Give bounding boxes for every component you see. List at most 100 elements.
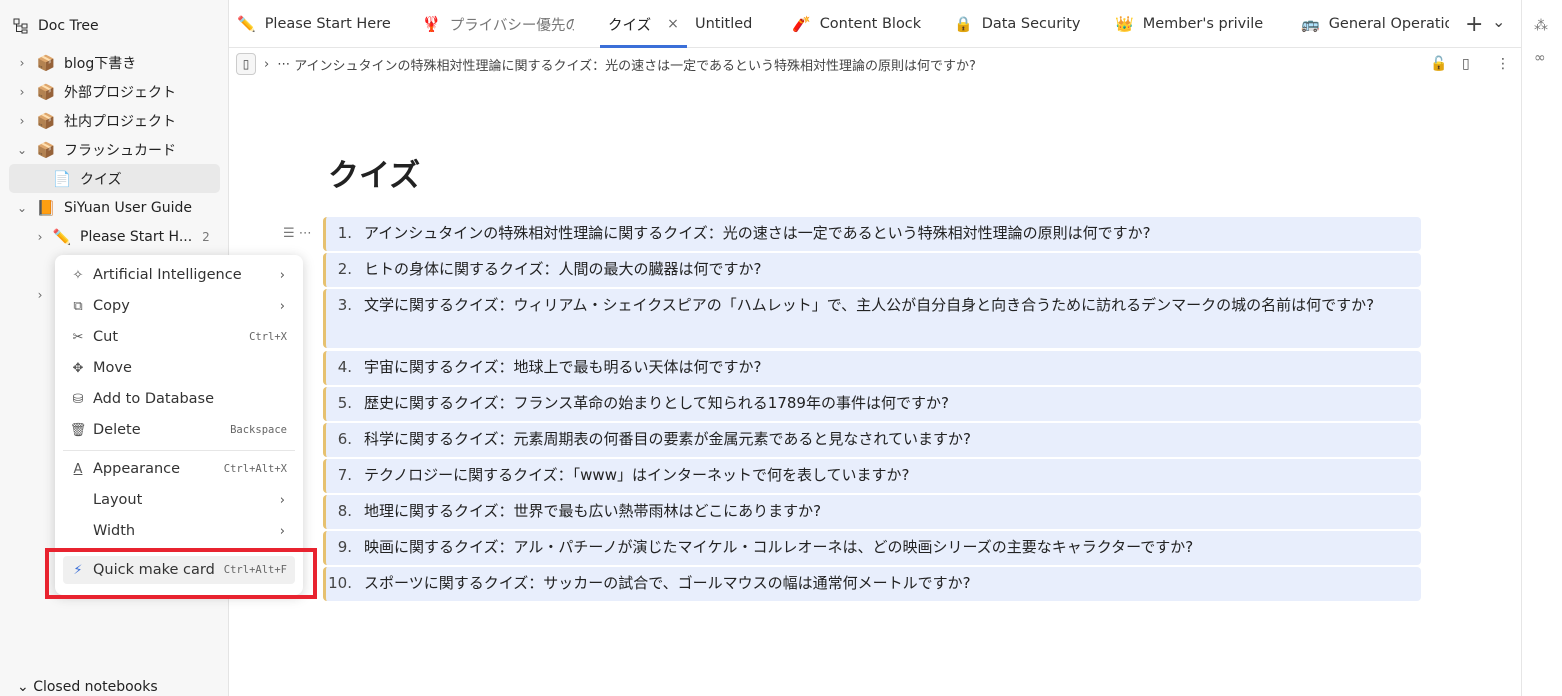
box-icon: 📦 — [36, 53, 56, 72]
highlight-annotation-box — [45, 548, 317, 599]
list-item[interactable]: 1. アインシュタインの特殊相対性理論に関するクイズ：光の速さは一定であるという… — [323, 217, 1421, 251]
pencil-icon: ✏️ — [52, 227, 72, 246]
tree-item-label: Please Start H... — [80, 228, 193, 245]
menu-item-add-to-database[interactable]: ⛁ Add to Database — [63, 385, 295, 413]
breadcrumb-item[interactable]: アインシュタインの特殊相対性理論に関するクイズ：光の速さは一定であるという特殊相… — [294, 55, 976, 74]
menu-item-cut[interactable]: ✂ Cut Ctrl+X — [63, 323, 295, 351]
list-item[interactable]: 5. 歴史に関するクイズ：フランス革命の始まりとして知られる1789年の事件は何… — [323, 387, 1421, 421]
list-item-number: 1. — [337, 224, 352, 242]
tab-content-block[interactable]: 🧨 Content Block — [792, 0, 922, 48]
graph-icon[interactable]: ⁂ — [1534, 18, 1548, 34]
expand-arrow-icon[interactable]: › — [32, 230, 48, 244]
menu-item-label: Delete — [93, 422, 141, 438]
tree-item-siyuan-guide[interactable]: ⌄ 📙 SiYuan User Guide — [0, 193, 229, 222]
trash-icon: 🗑 — [69, 422, 87, 438]
tab-privacy[interactable]: 🦞 プライバシー優先の — [422, 0, 574, 48]
menu-item-layout[interactable]: Layout › — [63, 486, 295, 514]
chevron-right-icon: › — [279, 298, 285, 314]
list-item[interactable]: 6. 科学に関するクイズ：元素周期表の何番目の要素が金属元素であると見なされてい… — [323, 423, 1421, 457]
expand-arrow-icon[interactable]: › — [14, 56, 30, 70]
page-title[interactable]: クイズ — [328, 150, 420, 195]
tree-item-quiz[interactable]: 📄 クイズ — [0, 164, 229, 193]
menu-item-label: Appearance — [93, 461, 181, 477]
tab-data-security[interactable]: 🔒 Data Security — [954, 0, 1084, 48]
expand-arrow-icon[interactable]: › — [14, 114, 30, 128]
tree-item-blog[interactable]: › 📦 blog下書き — [0, 48, 229, 77]
tab-label: Content Block — [819, 16, 922, 32]
chevron-right-icon: › — [279, 492, 285, 508]
list-item-text[interactable]: ヒトの身体に関するクイズ：人間の最大の臓器は何ですか? — [364, 257, 1421, 282]
chevron-right-icon: › — [264, 56, 270, 72]
tab-quiz[interactable]: クイズ × — [600, 0, 687, 48]
menu-item-copy[interactable]: ⧉ Copy › — [63, 292, 295, 320]
tree-item-internal-project[interactable]: › 📦 社内プロジェクト — [0, 106, 229, 135]
menu-item-label: Artificial Intelligence — [93, 267, 242, 283]
menu-item-appearance[interactable]: A Appearance Ctrl+Alt+X — [63, 455, 295, 483]
close-icon[interactable]: × — [667, 16, 679, 32]
breadcrumb: ▯ › ⋯ アインシュタインの特殊相対性理論に関するクイズ：光の速さは一定である… — [236, 52, 976, 76]
tab-label: Member's privileg — [1142, 16, 1263, 32]
box-icon: 📦 — [36, 140, 56, 159]
expand-arrow-icon[interactable]: › — [14, 85, 30, 99]
list-item-text[interactable]: 地理に関するクイズ：世界で最も広い熱帯雨林はどこにありますか? — [364, 499, 1421, 524]
tree-item-flashcards[interactable]: ⌄ 📦 フラッシュカード — [0, 135, 229, 164]
box-icon: 📦 — [36, 111, 56, 130]
collapse-arrow-icon[interactable]: ⌄ — [14, 201, 30, 215]
closed-notebooks-label: Closed notebooks — [33, 679, 158, 695]
tab-untitled[interactable]: Untitled — [695, 0, 775, 48]
list-item[interactable]: 4. 宇宙に関するクイズ：地球上で最も明るい天体は何ですか? — [323, 351, 1421, 385]
lock-icon: 🔒 — [954, 15, 973, 33]
tree-item-external-project[interactable]: › 📦 外部プロジェクト — [0, 77, 229, 106]
list-item-number: 10. — [328, 574, 352, 592]
list-item-text[interactable]: テクノロジーに関するクイズ：「www」はインターネットで何を表していますか? — [364, 463, 1421, 488]
list-item-text[interactable]: アインシュタインの特殊相対性理論に関するクイズ：光の速さは一定であるという特殊相… — [364, 221, 1421, 246]
tab-general-operation[interactable]: 🚌 General Operation — [1301, 0, 1449, 48]
list-item-text[interactable]: 宇宙に関するクイズ：地球上で最も明るい天体は何ですか? — [364, 355, 1421, 380]
tab-members-privilege[interactable]: 👑 Member's privileg — [1115, 0, 1263, 48]
list-item[interactable]: 7. テクノロジーに関するクイズ：「www」はインターネットで何を表していますか… — [323, 459, 1421, 493]
tab-bar: ✏️ Please Start Here 🦞 プライバシー優先の クイズ × U… — [229, 0, 1521, 48]
file-icon[interactable]: ▯ — [1462, 56, 1470, 72]
tab-label: クイズ — [608, 17, 652, 34]
list-item-text[interactable]: スポーツに関するクイズ：サッカーの試合で、ゴールマウスの幅は通常何メートルですか… — [364, 571, 1421, 596]
tree-item-label: クイズ — [80, 171, 122, 188]
list-item-text[interactable]: 文学に関するクイズ：ウィリアム・シェイクスピアの「ハムレット」で、主人公が自分自… — [364, 293, 1421, 318]
tab-label: General Operation — [1328, 16, 1449, 32]
readonly-lock-icon[interactable]: 🔓 — [1430, 56, 1447, 72]
list-item[interactable]: 9. 映画に関するクイズ：アル・パチーノが演じたマイケル・コルレオーネは、どの映… — [323, 531, 1421, 565]
list-item-text[interactable]: 科学に関するクイズ：元素周期表の何番目の要素が金属元素であると見なされていますか… — [364, 427, 1421, 452]
chevron-down-icon: ⌄ — [17, 679, 34, 695]
list-item[interactable]: 3. 文学に関するクイズ：ウィリアム・シェイクスピアの「ハムレット」で、主人公が… — [323, 289, 1421, 348]
menu-item-delete[interactable]: 🗑 Delete Backspace — [63, 416, 295, 444]
list-item[interactable]: 2. ヒトの身体に関するクイズ：人間の最大の臓器は何ですか? — [323, 253, 1421, 287]
closed-notebooks-toggle[interactable]: ⌄ Closed notebooks — [17, 679, 158, 695]
backlinks-icon[interactable]: ∞ — [1534, 50, 1546, 66]
tree-item-label: フラッシュカード — [64, 142, 176, 159]
list-item[interactable]: 8. 地理に関するクイズ：世界で最も広い熱帯雨林はどこにありますか? — [323, 495, 1421, 529]
collapse-arrow-icon[interactable]: ⌄ — [14, 143, 30, 157]
list-item-number: 2. — [337, 260, 352, 278]
block-gutter-icon[interactable]: ☰ ⋯ — [283, 226, 312, 241]
document-icon: 📄 — [52, 169, 72, 188]
tab-list-chevron-icon[interactable]: ⌄ — [1492, 12, 1505, 31]
list-item[interactable]: 10. スポーツに関するクイズ：サッカーの試合で、ゴールマウスの幅は通常何メート… — [323, 567, 1421, 601]
expand-arrow-icon[interactable]: › — [32, 288, 48, 302]
menu-item-ai[interactable]: ✧ Artificial Intelligence › — [63, 261, 295, 289]
tree-item-please-start[interactable]: › ✏️ Please Start H... 2 — [0, 222, 229, 251]
menu-item-label: Cut — [93, 329, 118, 345]
context-menu: ✧ Artificial Intelligence › ⧉ Copy › ✂ C… — [55, 255, 303, 595]
list-icon: ⋯ — [277, 56, 291, 72]
list-item-text[interactable]: 映画に関するクイズ：アル・パチーノが演じたマイケル・コルレオーネは、どの映画シリ… — [364, 535, 1421, 560]
menu-item-label: Layout — [93, 492, 143, 508]
list-item-text[interactable]: 歴史に関するクイズ：フランス革命の始まりとして知られる1789年の事件は何ですか… — [364, 391, 1421, 416]
new-tab-button[interactable]: + — [1465, 12, 1483, 37]
child-count-badge: 2 — [202, 229, 210, 244]
tab-please-start[interactable]: ✏️ Please Start Here — [237, 0, 402, 48]
menu-item-move[interactable]: ✥ Move — [63, 354, 295, 382]
document-icon[interactable]: ▯ — [236, 53, 256, 75]
menu-item-width[interactable]: Width › — [63, 517, 295, 545]
right-dock: ⁂ ∞ — [1521, 0, 1562, 696]
more-vertical-icon[interactable]: ⋮ — [1496, 56, 1510, 72]
copy-icon: ⧉ — [73, 298, 83, 314]
tree-item-label: 社内プロジェクト — [64, 113, 176, 130]
